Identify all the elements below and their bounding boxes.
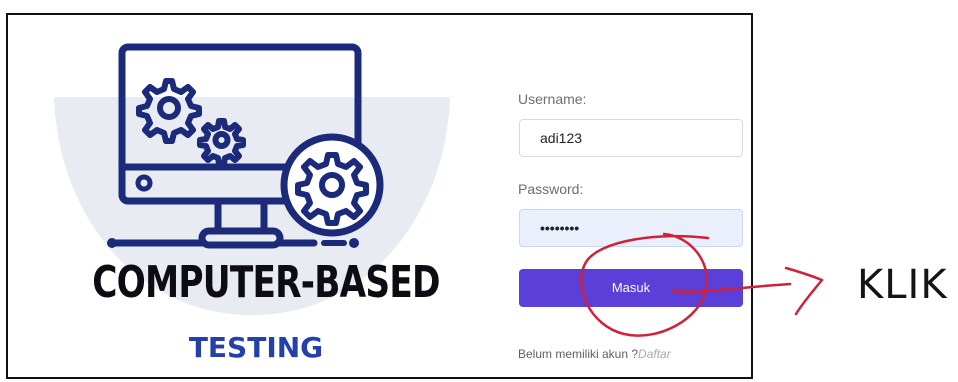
screenshot-frame: COMPUTER-BASED TESTING Username: adi123 … xyxy=(6,13,753,379)
brand-subtitle: TESTING xyxy=(188,331,324,364)
password-input[interactable]: •••••••• xyxy=(519,209,743,247)
register-prompt-text: Belum memiliki akun ? xyxy=(518,347,639,361)
computer-gears-logo xyxy=(54,43,450,315)
username-input[interactable]: adi123 xyxy=(519,119,743,157)
brand-title: COMPUTER-BASED xyxy=(92,257,440,308)
password-label: Password: xyxy=(518,181,584,197)
register-link[interactable]: Daftar xyxy=(638,347,671,361)
logo-panel: COMPUTER-BASED TESTING xyxy=(8,15,488,377)
username-label: Username: xyxy=(518,91,587,107)
password-mask: •••••••• xyxy=(540,220,580,236)
annotation-label: KLIK xyxy=(857,262,948,308)
annotation-arrow-head xyxy=(784,266,824,316)
login-button[interactable]: Masuk xyxy=(519,269,743,307)
register-prompt: Belum memiliki akun ?Daftar xyxy=(518,347,671,361)
